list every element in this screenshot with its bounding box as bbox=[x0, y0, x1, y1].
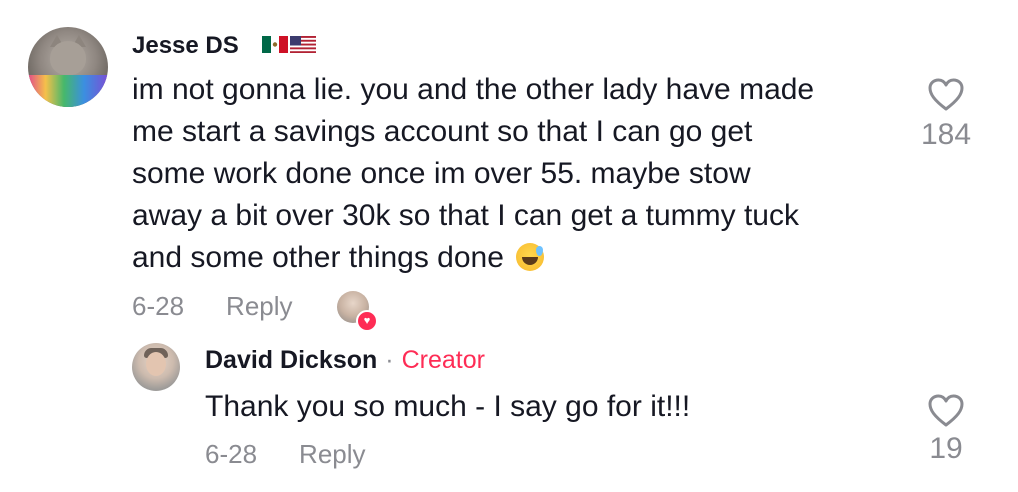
reply-separator: · bbox=[385, 346, 394, 374]
comment-line-5: and some other things done bbox=[132, 241, 504, 274]
creator-avatar[interactable] bbox=[132, 343, 180, 391]
grinning-sweat-emoji-icon bbox=[516, 243, 545, 271]
comment-like: 184 bbox=[906, 78, 986, 152]
comment-line-2: me start a savings account so that I can… bbox=[132, 115, 753, 148]
reply-body: Thank you so much - I say go for it!!! bbox=[205, 390, 691, 423]
comment-line-4: away a bit over 30k so that I can get a … bbox=[132, 199, 799, 232]
cat-face bbox=[50, 41, 86, 75]
reply-header: David Dickson · Creator bbox=[205, 346, 485, 375]
comment-line-3: some work done once im over 55. maybe st… bbox=[132, 157, 751, 190]
heart-outline-icon[interactable] bbox=[928, 394, 964, 428]
reply-meta: 6-28 Reply bbox=[205, 439, 366, 470]
reply-date: 6-28 bbox=[205, 439, 258, 469]
comment-body: im not gonna lie. you and the other lady… bbox=[132, 69, 902, 279]
creator-badge: Creator bbox=[401, 346, 485, 374]
colorful-blanket bbox=[28, 75, 108, 107]
heart-outline-icon[interactable] bbox=[928, 78, 964, 112]
comment-line-1: im not gonna lie. you and the other lady… bbox=[132, 73, 815, 106]
commenter-avatar[interactable] bbox=[28, 27, 108, 107]
reply-reply-button[interactable]: Reply bbox=[299, 439, 365, 470]
user-flags bbox=[262, 36, 316, 54]
reply-username[interactable]: David Dickson bbox=[205, 346, 377, 375]
comment-line-5-wrap: and some other things done bbox=[132, 237, 902, 279]
reply-like-count: 19 bbox=[929, 432, 963, 465]
reply-like: 19 bbox=[906, 394, 986, 466]
comment-like-count: 184 bbox=[920, 118, 972, 151]
commenter-username[interactable]: Jesse DS bbox=[132, 32, 239, 60]
usa-flag-icon bbox=[290, 36, 316, 53]
mexico-flag-icon bbox=[262, 36, 288, 53]
comment-date: 6-28 bbox=[132, 291, 185, 321]
comment-meta: 6-28 Reply bbox=[132, 291, 293, 322]
avatar-face bbox=[146, 352, 166, 376]
comment-reply-button[interactable]: Reply bbox=[226, 291, 292, 322]
comment-thread: Jesse DS im not gonna lie. you and the o… bbox=[0, 0, 1018, 492]
creator-liked-heart-icon: ♥ bbox=[356, 310, 378, 332]
